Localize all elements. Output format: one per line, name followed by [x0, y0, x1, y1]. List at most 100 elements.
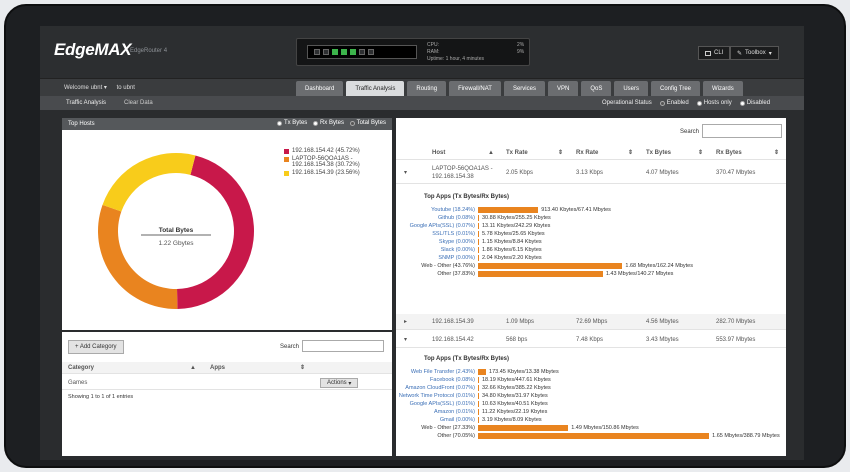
top-hosts-title: Top Hosts — [68, 121, 95, 127]
radio-enabled[interactable]: Enabled — [659, 100, 689, 106]
app-link[interactable]: Skype (0.00%) — [396, 239, 478, 245]
app-row: Youtube (18.24%) 913.40 Kbytes/67.41 Mbyt… — [396, 206, 786, 214]
app-row: Amazon CloudFront (0.07%) 32.66 Kbytes/38… — [396, 384, 786, 392]
op-status-label: Operational Status — [602, 100, 652, 106]
category-panel: + Add Category Search Category ▲ Apps ⇕ … — [62, 332, 392, 456]
hosts-search-label: Search — [680, 129, 700, 135]
welcome-text: Welcome ubnt — [64, 85, 103, 91]
radio-total-bytes[interactable]: Total Bytes — [349, 120, 386, 126]
app-link[interactable]: Google APIs(SSL) (0.01%) — [396, 401, 478, 407]
top-apps-title: Top Apps (Tx Bytes/Rx Bytes) — [424, 194, 510, 200]
radio-rx-bytes[interactable]: Rx Bytes — [312, 120, 344, 126]
donut-slice[interactable] — [98, 204, 178, 309]
tab-vpn[interactable]: VPN — [547, 81, 579, 96]
legend-swatch — [284, 171, 289, 176]
operational-status: Operational Status Enabled Hosts only Di… — [602, 100, 770, 106]
chart-legend: 192.168.154.42 (45.72%) LAPTOP-56QOA1AS -… — [284, 148, 384, 178]
radio-disabled[interactable]: Disabled — [739, 100, 770, 106]
radio-icon — [276, 120, 282, 126]
app-value: 13.11 Kbytes/242.29 Kbytes — [482, 223, 551, 229]
tab-config-tree[interactable]: Config Tree — [651, 81, 701, 96]
app-link[interactable]: Slack (0.00%) — [396, 247, 478, 253]
cpu-value: 2% — [517, 42, 525, 48]
tab-wizards[interactable]: Wizards — [703, 81, 743, 96]
app-link[interactable]: Youtube (18.24%) — [396, 207, 478, 213]
col-rx-bytes: Rx Bytes — [716, 149, 742, 156]
app-link[interactable]: Amazon CloudFront (0.07%) — [396, 385, 478, 391]
app-value: 2.04 Kbytes/2.20 Kbytes — [482, 255, 542, 261]
app-value: 32.66 Kbytes/385.22 Kbytes — [482, 385, 551, 391]
page-title: Traffic Analysis — [66, 100, 107, 106]
radio-tx-bytes[interactable]: Tx Bytes — [276, 120, 307, 126]
tab-firewall-nat[interactable]: Firewall/NAT — [449, 81, 501, 96]
table-row[interactable]: ▸ 192.168.154.39 1.09 Mbps 72.69 Mbps 4.… — [396, 314, 786, 330]
legend-label: LAPTOP-56QOA1AS - 192.168.154.38 (30.72%… — [292, 156, 360, 168]
table-row[interactable]: ▾ LAPTOP-56QOA1AS - 192.168.154.38 2.05 … — [396, 162, 786, 184]
tab-users[interactable]: Users — [614, 81, 648, 96]
add-category-button[interactable]: + Add Category — [68, 340, 124, 354]
legend-swatch — [284, 157, 289, 162]
app-link[interactable]: SNMP (0.00%) — [396, 255, 478, 261]
tx-bytes: 3.43 Mbytes — [646, 336, 679, 343]
clear-data-link[interactable]: Clear Data — [124, 100, 153, 106]
expand-icon[interactable]: ▸ — [404, 318, 407, 325]
tab-services[interactable]: Services — [503, 81, 545, 96]
tab-qos[interactable]: QoS — [581, 81, 612, 96]
app-link[interactable]: Amazon (0.01%) — [396, 409, 478, 415]
category-search-label: Search — [280, 344, 300, 350]
welcome-menu[interactable]: Welcome ubnt ▾ to ubnt — [64, 84, 135, 91]
top-apps-list: Web File Transfer (2.43%) 173.45 Kbytes/1… — [396, 368, 786, 440]
legend-label: 192.168.154.39 (23.56%) — [292, 170, 360, 176]
top-bar: EdgeMAX EdgeRouter 4 CPU: RAM: Uptime: 1… — [40, 26, 804, 78]
cli-button[interactable]: CLI — [698, 46, 731, 60]
app-bar — [478, 239, 479, 245]
chevron-down-icon: ▾ — [103, 85, 109, 91]
app-link[interactable]: Web File Transfer (2.43%) — [396, 369, 478, 375]
legend-item: LAPTOP-56QOA1AS - 192.168.154.38 (30.72%… — [284, 156, 384, 168]
sort-icon[interactable]: ⇕ — [628, 149, 633, 156]
category-search-input[interactable] — [302, 340, 384, 352]
app-link[interactable]: SSL/TLS (0.01%) — [396, 231, 478, 237]
actions-button[interactable]: Actions ▾ — [320, 378, 359, 388]
sort-icon[interactable]: ▲ — [190, 365, 196, 371]
app-link[interactable]: Gmail (0.00%) — [396, 417, 478, 423]
port-icon — [314, 49, 320, 55]
sort-icon[interactable]: ⇕ — [300, 364, 305, 371]
sort-icon[interactable]: ▲ — [488, 150, 494, 156]
tab-routing[interactable]: Routing — [407, 81, 447, 96]
expand-icon[interactable]: ▾ — [404, 336, 407, 343]
expand-icon[interactable]: ▾ — [404, 169, 407, 176]
chevron-down-icon: ▾ — [768, 50, 772, 57]
app-row: Network Time Protocol (0.01%) 34.80 Kbyte… — [396, 392, 786, 400]
app-bar — [478, 393, 479, 399]
col-rx-rate: Rx Rate — [576, 149, 599, 156]
status-widget: CPU: RAM: Uptime: 1 hour, 4 minutes 2% 9… — [296, 38, 530, 66]
app-value: 5.78 Kbytes/25.65 Kbytes — [482, 231, 545, 237]
app-link[interactable]: Google APIs(SSL) (0.07%) — [396, 223, 478, 229]
sort-icon[interactable]: ⇕ — [774, 149, 779, 156]
cpu-label: CPU: — [427, 42, 439, 48]
sort-icon[interactable]: ⇕ — [558, 149, 563, 156]
port-active-icon — [341, 49, 347, 55]
status-values: 2% 9% — [517, 42, 524, 56]
toolbox-button[interactable]: ✎ Toolbox ▾ — [730, 46, 779, 60]
hosts-search-input[interactable] — [702, 124, 782, 138]
app-link[interactable]: Network Time Protocol (0.01%) — [396, 393, 478, 399]
tab-traffic-analysis[interactable]: Traffic Analysis — [346, 81, 405, 96]
radio-hosts-only[interactable]: Hosts only — [696, 100, 732, 106]
category-name: Games — [68, 379, 88, 386]
app-link[interactable]: Facebook (0.08%) — [396, 377, 478, 383]
port-icon — [359, 49, 365, 55]
sort-icon[interactable]: ⇕ — [698, 149, 703, 156]
app-screen: EdgeMAX EdgeRouter 4 CPU: RAM: Uptime: 1… — [40, 26, 804, 460]
rx-bytes: 370.47 Mbytes — [716, 169, 756, 176]
tx-rate: 1.09 Mbps — [506, 318, 535, 325]
donut-slice[interactable] — [102, 153, 196, 212]
table-row[interactable]: ▾ 192.168.154.42 568 bps 7.48 Kbps 3.43 … — [396, 332, 786, 348]
table-footer: Showing 1 to 1 of 1 entries — [68, 394, 134, 400]
app-value: 30.88 Kbytes/255.25 Kbytes — [482, 215, 551, 221]
app-row: Gmail (0.00%) 3.19 Kbytes/8.09 Kbytes — [396, 416, 786, 424]
app-link[interactable]: Github (0.08%) — [396, 215, 478, 221]
tab-dashboard[interactable]: Dashboard — [296, 81, 344, 96]
col-apps: Apps — [210, 364, 225, 371]
